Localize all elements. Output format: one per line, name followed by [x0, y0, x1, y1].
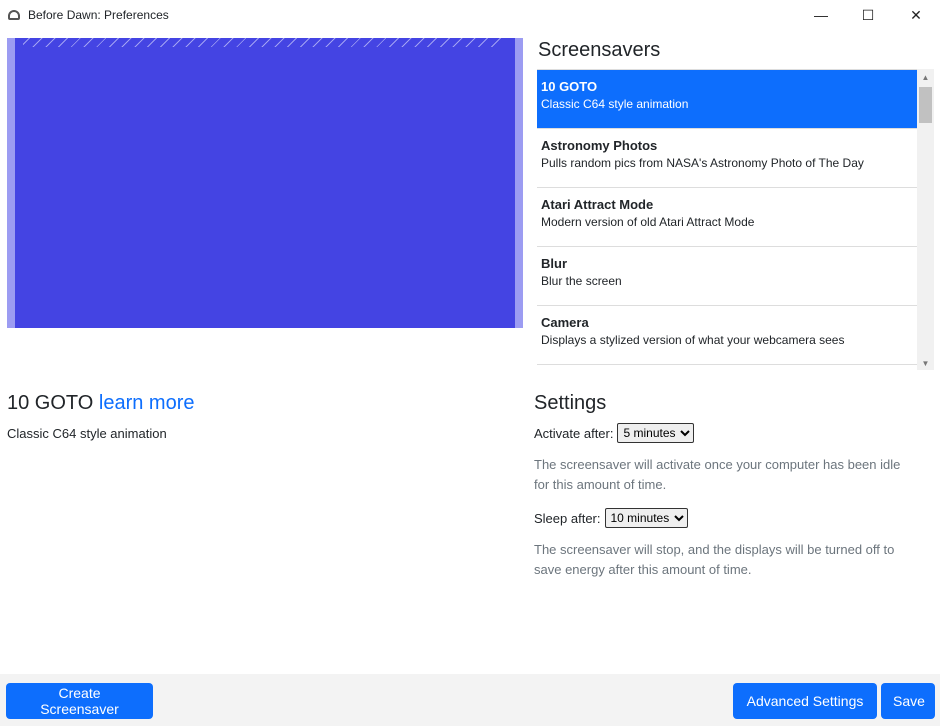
current-screensaver-heading: 10 GOTO learn more: [7, 392, 195, 415]
close-button[interactable]: ✕: [893, 0, 939, 30]
item-name: Atari Attract Mode: [541, 197, 654, 212]
list-scrollbar[interactable]: ▲ ▼: [917, 69, 934, 370]
list-item[interactable]: 10 GOTO Classic C64 style animation: [537, 70, 917, 129]
preview-pattern: [23, 38, 503, 47]
create-screensaver-button[interactable]: Create Screensaver: [6, 683, 153, 719]
current-name: 10 GOTO: [7, 392, 94, 414]
learn-more-link[interactable]: learn more: [99, 392, 195, 414]
activate-label: Activate after:: [534, 425, 614, 441]
list-item[interactable]: Blur Blur the screen: [537, 247, 917, 306]
item-name: Astronomy Photos: [541, 138, 658, 153]
list-item[interactable]: Camera Displays a stylized version of wha…: [537, 306, 917, 365]
window-title: Before Dawn: Preferences: [28, 8, 169, 22]
scroll-up-icon[interactable]: ▲: [917, 73, 934, 82]
advanced-settings-button[interactable]: Advanced Settings: [733, 683, 877, 719]
scrollbar-thumb[interactable]: [919, 87, 932, 123]
settings-panel: Settings Activate after: 5 minutes The s…: [534, 392, 914, 593]
list-item[interactable]: Atari Attract Mode Modern version of old …: [537, 188, 917, 247]
item-description: Classic C64 style animation: [541, 97, 689, 111]
current-description: Classic C64 style animation: [7, 426, 167, 441]
sleep-help: The screensaver will stop, and the displ…: [534, 542, 895, 577]
item-description: Displays a stylized version of what your…: [541, 333, 845, 347]
settings-heading: Settings: [534, 392, 607, 414]
activate-after-select[interactable]: 5 minutes: [617, 423, 695, 443]
list-item[interactable]: Astronomy Photos Pulls random pics from N…: [537, 129, 917, 188]
sleep-after-select[interactable]: 10 minutes: [604, 508, 688, 528]
screensaver-preview: [7, 38, 523, 328]
save-button[interactable]: Save: [881, 683, 935, 719]
screensaver-list[interactable]: 10 GOTO Classic C64 style animation Astro…: [537, 69, 917, 365]
item-name: 10 GOTO: [541, 79, 598, 94]
item-description: Modern version of old Atari Attract Mode: [541, 215, 755, 229]
item-name: Camera: [541, 315, 589, 330]
item-description: Pulls random pics from NASA's Astronomy …: [541, 156, 864, 170]
scroll-down-icon[interactable]: ▼: [917, 359, 934, 368]
item-name: Blur: [541, 256, 567, 271]
minimize-button[interactable]: —: [798, 0, 844, 30]
screensavers-heading: Screensavers: [538, 39, 661, 61]
sleep-label: Sleep after:: [534, 510, 601, 526]
item-description: Blur the screen: [541, 274, 622, 288]
maximize-button[interactable]: ☐: [845, 0, 891, 30]
activate-help: The screensaver will activate once your …: [534, 457, 901, 492]
app-icon: [8, 10, 20, 20]
